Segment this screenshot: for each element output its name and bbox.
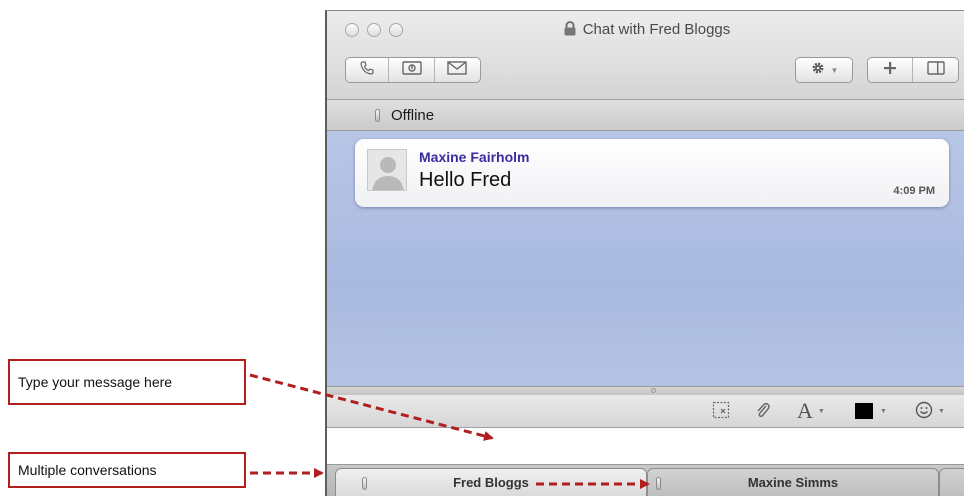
arrow-to-input	[249, 373, 494, 441]
annotation-arrows	[249, 373, 650, 489]
